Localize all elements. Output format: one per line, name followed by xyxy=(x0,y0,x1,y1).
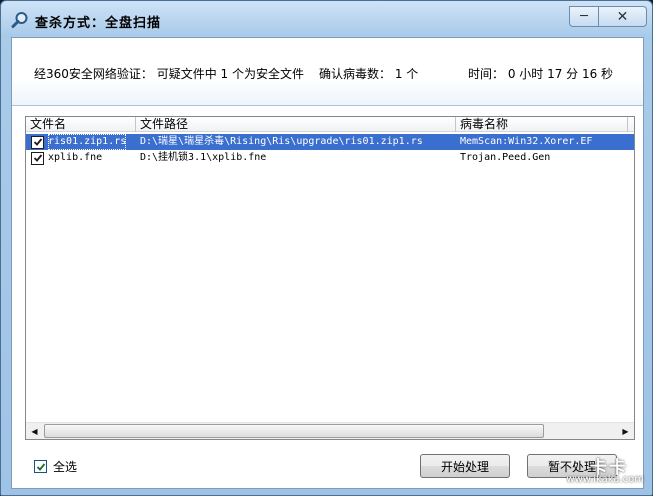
list-header: 文件名 文件路径 病毒名称 xyxy=(26,117,634,132)
select-all[interactable]: 全选 xyxy=(32,458,77,475)
select-all-checkbox[interactable] xyxy=(34,460,47,473)
title-bar[interactable]: 查杀方式：全盘扫描 ─ ✕ xyxy=(1,1,653,37)
checkmark-icon xyxy=(33,138,42,146)
verify-summary: 经360安全网络验证： 可疑文件中 1 个为安全文件 xyxy=(34,67,304,81)
watermark: 卡卡 www.ikaka.com xyxy=(538,453,646,485)
select-all-label: 全选 xyxy=(53,460,78,474)
elapsed-time: 时间： 0 小时 17 分 16 秒 xyxy=(468,67,614,81)
virus-name: Trojan.Peed.Gen xyxy=(460,152,551,163)
column-header-filename[interactable]: 文件名 xyxy=(26,117,136,132)
checkmark-icon xyxy=(36,462,45,471)
scrollbar-thumb[interactable] xyxy=(44,424,544,438)
file-name: xplib.fne xyxy=(48,152,103,163)
checkmark-icon xyxy=(33,154,42,162)
column-header-filepath[interactable]: 文件路径 xyxy=(136,117,456,132)
row-checkbox[interactable] xyxy=(31,135,44,149)
scan-summary: 经360安全网络验证： 可疑文件中 1 个为安全文件 确认病毒数： 1 个 时间… xyxy=(12,38,643,106)
file-path: D:\挂机锁3.1\xplib.fne xyxy=(140,152,267,163)
scan-result-window: 查杀方式：全盘扫描 ─ ✕ 经360安全网络验证： 可疑文件中 1 个为安全文件… xyxy=(0,0,653,496)
column-header-virusname[interactable]: 病毒名称 xyxy=(456,117,628,132)
table-row[interactable]: ris01.zip1.rs D:\瑞星\瑞星杀毒\Rising\Ris\upgr… xyxy=(26,134,634,150)
arrow-right-icon[interactable]: ▶ xyxy=(617,423,634,439)
window-title: 查杀方式：全盘扫描 xyxy=(35,16,162,31)
start-process-button[interactable]: 开始处理 xyxy=(420,454,510,478)
window-controls: ─ ✕ xyxy=(569,6,647,27)
close-button[interactable]: ✕ xyxy=(599,6,647,27)
table-row[interactable]: xplib.fne D:\挂机锁3.1\xplib.fne Trojan.Pee… xyxy=(26,150,634,166)
confirmed-virus-count: 确认病毒数： 1 个 xyxy=(319,67,419,81)
minimize-button[interactable]: ─ xyxy=(569,6,599,27)
file-path: D:\瑞星\瑞星杀毒\Rising\Ris\upgrade\ris01.zip1… xyxy=(140,136,423,147)
watermark-url: www.ikaka.com xyxy=(566,474,644,485)
row-checkbox[interactable] xyxy=(31,151,44,165)
client-area: 经360安全网络验证： 可疑文件中 1 个为安全文件 确认病毒数： 1 个 时间… xyxy=(11,37,644,489)
horizontal-scrollbar[interactable]: ◀ ▶ xyxy=(26,422,634,439)
virus-name: MemScan:Win32.Xorer.EF xyxy=(460,136,593,147)
virus-list[interactable]: 文件名 文件路径 病毒名称 ris01.zip1.rs D:\瑞星\瑞星杀毒\R… xyxy=(25,116,635,440)
arrow-left-icon[interactable]: ◀ xyxy=(26,423,43,439)
magnifier-icon xyxy=(11,11,29,29)
column-header-empty[interactable] xyxy=(628,117,634,132)
file-name: ris01.zip1.rs xyxy=(48,134,127,150)
